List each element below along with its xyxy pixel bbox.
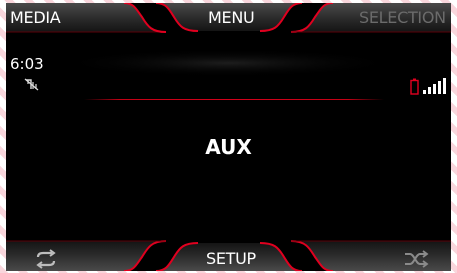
audio-source-title: AUX (205, 135, 252, 159)
shuffle-icon[interactable] (402, 249, 430, 269)
setup-softkey[interactable]: SETUP (206, 249, 256, 269)
selection-softkey[interactable]: SELECTION (359, 8, 446, 28)
media-softkey[interactable]: MEDIA (10, 8, 61, 28)
infotainment-screen: MEDIA MENU SELECTION 6:03 AUX SETUP (6, 3, 451, 271)
status-divider (84, 99, 384, 100)
signal-strength-icon (423, 78, 446, 94)
no-signal-icon (24, 78, 39, 91)
menu-softkey[interactable]: MENU (208, 8, 255, 28)
clock: 6:03 (10, 55, 44, 73)
battery-low-icon (410, 78, 419, 95)
repeat-icon[interactable] (32, 249, 60, 269)
